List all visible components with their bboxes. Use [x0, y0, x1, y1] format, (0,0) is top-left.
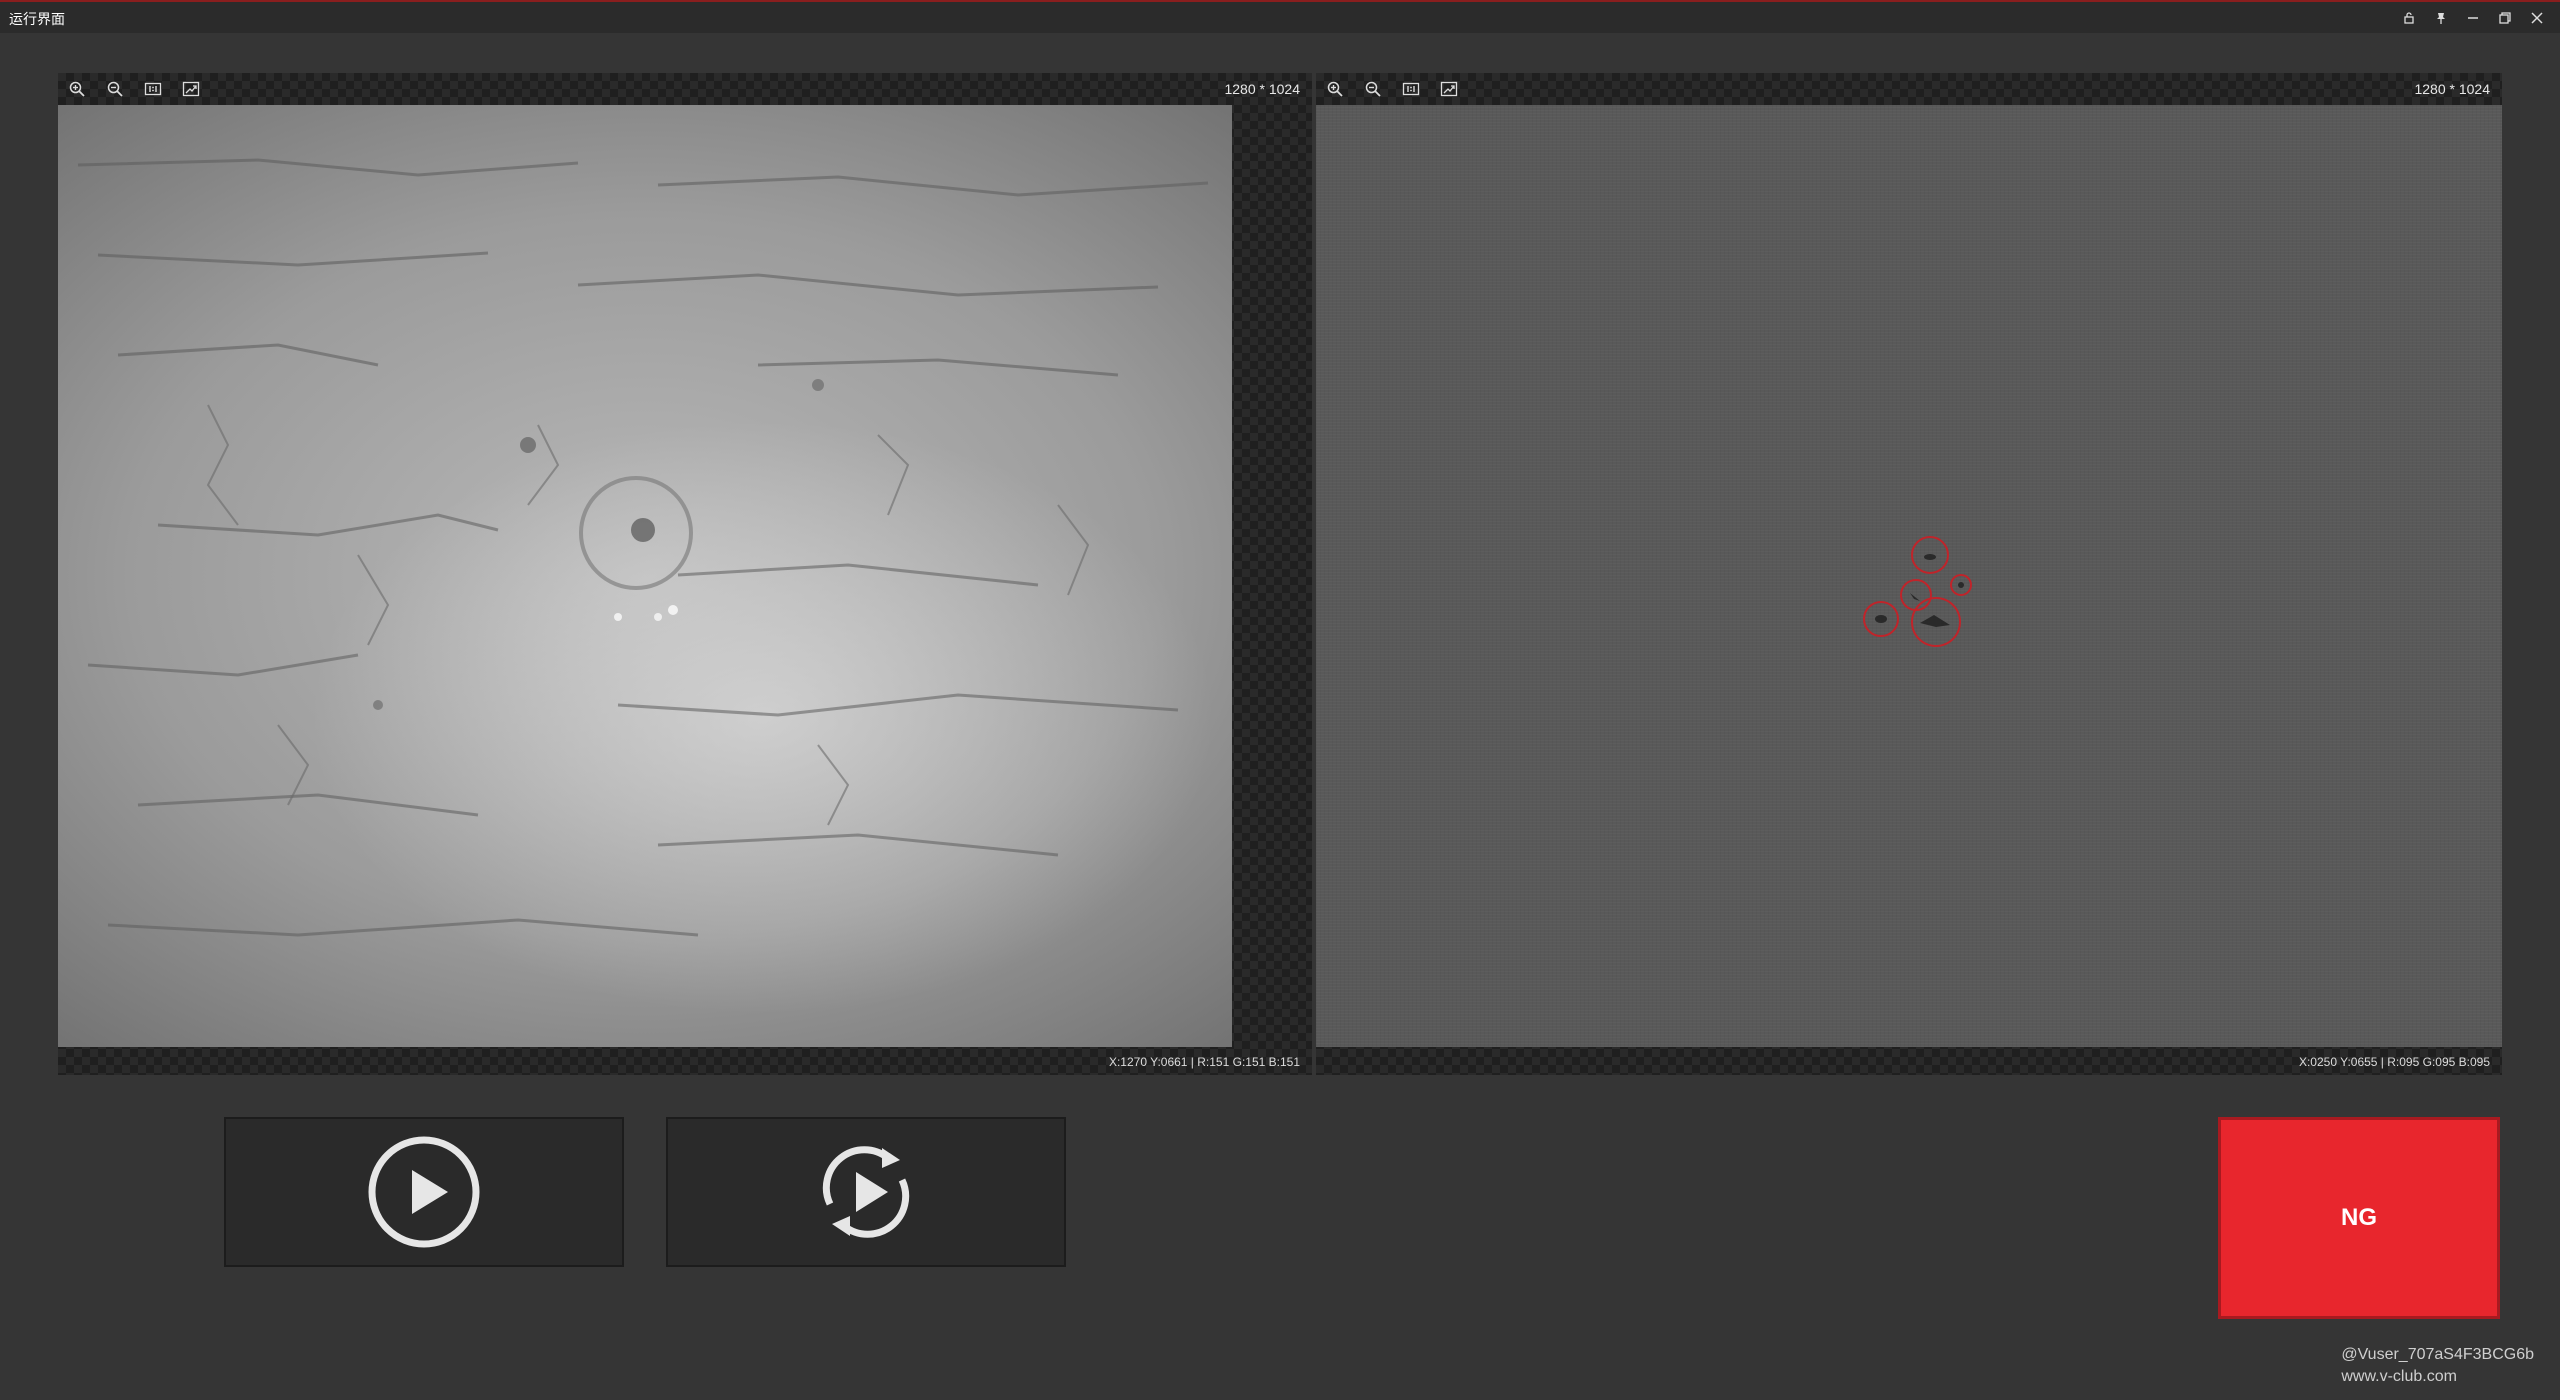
right-image-viewer[interactable]: 1280 * 1024 X:0250 Y:0655 | R:095 G:095 …: [1316, 73, 2502, 1075]
left-image-viewer[interactable]: 1280 * 1024 X:1270 Y:0661 | R:151 G:151 …: [58, 73, 1312, 1075]
lock-icon[interactable]: [2400, 9, 2418, 27]
window-title: 运行界面: [9, 11, 65, 27]
image-resolution: 1280 * 1024: [2414, 81, 2490, 97]
loop-play-icon: [822, 1146, 910, 1238]
window-controls: [2400, 9, 2546, 27]
watermark-site: www.v-club.com: [2341, 1368, 2457, 1385]
play-icon: [368, 1136, 480, 1248]
source-image[interactable]: [58, 105, 1232, 1047]
zoom-in-icon[interactable]: [66, 78, 88, 100]
inspection-result-indicator: NG: [2218, 1117, 2500, 1319]
actual-size-icon[interactable]: [142, 78, 164, 100]
viewer-toolbar: 1280 * 1024: [1316, 73, 2502, 105]
restore-icon[interactable]: [2496, 9, 2514, 27]
fit-window-icon[interactable]: [1438, 78, 1460, 100]
continuous-run-button[interactable]: [666, 1117, 1066, 1267]
watermark-handle: @Vuser_707aS4F3BCG6b: [2341, 1346, 2534, 1363]
zoom-in-icon[interactable]: [1324, 78, 1346, 100]
minimize-icon[interactable]: [2464, 9, 2482, 27]
zoom-out-icon[interactable]: [1362, 78, 1384, 100]
image-resolution: 1280 * 1024: [1224, 81, 1300, 97]
run-once-button[interactable]: [224, 1117, 624, 1267]
processed-image[interactable]: [1316, 105, 2502, 1047]
pixel-status: X:0250 Y:0655 | R:095 G:095 B:095: [2298, 1055, 2490, 1069]
pin-icon[interactable]: [2432, 9, 2450, 27]
actual-size-icon[interactable]: [1400, 78, 1422, 100]
watermark: @Vuser_707aS4F3BCG6b www.v-club.com: [2341, 1344, 2534, 1388]
defect-markers: [1863, 536, 1972, 647]
close-icon[interactable]: [2528, 9, 2546, 27]
fit-window-icon[interactable]: [180, 78, 202, 100]
viewer-toolbar: 1280 * 1024: [58, 73, 1312, 105]
title-bar: 运行界面: [0, 0, 2560, 33]
pixel-status: X:1270 Y:0661 | R:151 G:151 B:151: [1108, 1055, 1300, 1069]
zoom-out-icon[interactable]: [104, 78, 126, 100]
